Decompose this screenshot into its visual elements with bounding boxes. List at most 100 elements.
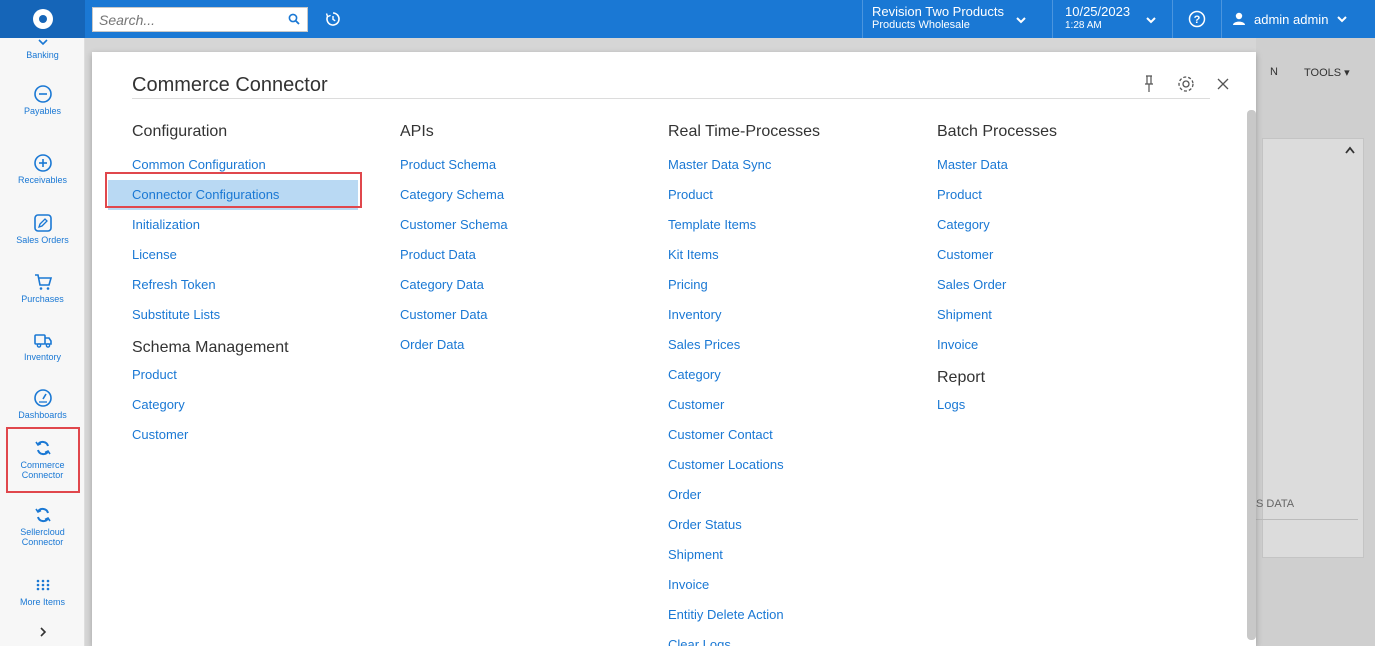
schema-management-heading: Schema Management xyxy=(132,339,289,356)
menu-link[interactable]: Customer Schema xyxy=(400,210,508,240)
chevron-up-icon[interactable] xyxy=(1345,146,1355,154)
cart-icon xyxy=(34,274,52,290)
pin-icon[interactable] xyxy=(1142,72,1156,96)
menu-link[interactable]: Category Schema xyxy=(400,180,508,210)
date-selector[interactable]: 10/25/2023 1:28 AM xyxy=(1065,5,1130,32)
menu-link[interactable]: Inventory xyxy=(668,300,820,330)
menu-link[interactable]: Shipment xyxy=(937,300,1057,330)
menu-link[interactable]: Customer xyxy=(132,420,358,450)
menu-link[interactable]: Order Data xyxy=(400,330,508,360)
gear-icon[interactable] xyxy=(1175,72,1197,96)
menu-link[interactable]: Customer xyxy=(668,390,820,420)
logo-button[interactable] xyxy=(0,0,85,38)
chevron-icon xyxy=(37,39,48,46)
svg-text:?: ? xyxy=(1194,14,1201,26)
minus-circle-icon xyxy=(33,85,52,103)
divider xyxy=(1172,0,1173,38)
history-button[interactable] xyxy=(312,0,354,38)
highlight-box xyxy=(105,172,362,208)
menu-link[interactable]: Customer xyxy=(937,240,1057,270)
menu-link[interactable]: Product Schema xyxy=(400,150,508,180)
menu-link[interactable]: Initialization xyxy=(132,210,358,240)
nav-label: Dashboards xyxy=(18,410,67,420)
close-icon[interactable] xyxy=(1216,72,1230,96)
menu-link[interactable]: Order Status xyxy=(668,510,820,540)
batch-processes-column: Batch Processes Master Data Product Cate… xyxy=(937,122,1057,420)
date-value: 10/25/2023 xyxy=(1065,4,1131,19)
menu-link[interactable]: Entitiy Delete Action xyxy=(668,600,820,630)
help-button[interactable]: ? xyxy=(1178,0,1216,38)
nav-label: Receivables xyxy=(17,175,68,185)
pencil-icon xyxy=(33,214,52,232)
nav-item-sales-orders[interactable]: Sales Orders xyxy=(0,213,85,245)
nav-item-banking[interactable]: Banking xyxy=(0,38,85,60)
branch-selector[interactable]: Revision Two Products Products Wholesale xyxy=(872,5,1032,35)
menu-link[interactable]: Category Data xyxy=(400,270,508,300)
apis-column: APIs Product Schema Category Schema Cust… xyxy=(400,122,508,360)
menu-link[interactable]: Pricing xyxy=(668,270,820,300)
menu-link[interactable]: Product xyxy=(668,180,820,210)
nav-item-dashboards[interactable]: Dashboards xyxy=(0,388,85,420)
user-icon xyxy=(1233,12,1245,25)
nav-label: Payables xyxy=(23,106,62,116)
search-icon[interactable] xyxy=(288,13,300,25)
chevron-down-icon[interactable] xyxy=(1015,14,1027,26)
menu-link[interactable]: Master Data Sync xyxy=(668,150,820,180)
search-box[interactable] xyxy=(92,7,308,32)
menu-link[interactable]: Product Data xyxy=(400,240,508,270)
branch-sub: Products Wholesale xyxy=(872,19,970,31)
plus-circle-icon xyxy=(33,154,52,172)
menu-link[interactable]: Shipment xyxy=(668,540,820,570)
panel-title: Commerce Connector xyxy=(132,74,328,96)
help-icon: ? xyxy=(1188,10,1206,28)
menu-link[interactable]: Kit Items xyxy=(668,240,820,270)
nav-item-more-items[interactable]: More Items xyxy=(0,575,85,607)
chevron-right-icon xyxy=(39,627,46,637)
nav-label: Sellercloud Connector xyxy=(20,527,65,547)
menu-link[interactable]: Invoice xyxy=(937,330,1057,360)
menu-link[interactable]: License xyxy=(132,240,358,270)
menu-link[interactable]: Sales Order xyxy=(937,270,1057,300)
workspace-tab[interactable]: N xyxy=(1270,66,1278,78)
tools-label: TOOLS xyxy=(1304,67,1342,79)
scrollbar[interactable] xyxy=(1247,110,1256,640)
menu-link[interactable]: Customer Contact xyxy=(668,420,820,450)
divider xyxy=(1256,519,1358,520)
menu-link[interactable]: Order xyxy=(668,480,820,510)
menu-link[interactable]: Category xyxy=(132,390,358,420)
menu-link[interactable]: Master Data xyxy=(937,150,1057,180)
divider xyxy=(1052,0,1053,38)
sync-icon xyxy=(34,507,51,523)
menu-link[interactable]: Customer Data xyxy=(400,300,508,330)
menu-link[interactable]: Template Items xyxy=(668,210,820,240)
nav-item-inventory[interactable]: Inventory xyxy=(0,330,85,362)
nav-expand-button[interactable] xyxy=(0,626,85,640)
chevron-down-icon[interactable] xyxy=(1145,14,1157,26)
menu-link[interactable]: Category xyxy=(668,360,820,390)
divider xyxy=(862,0,863,38)
nav-item-payables[interactable]: Payables xyxy=(0,84,85,116)
menu-link[interactable]: Logs xyxy=(937,390,1057,420)
menu-link[interactable]: Clear Logs xyxy=(668,630,820,646)
menu-link[interactable]: Invoice xyxy=(668,570,820,600)
menu-link[interactable]: Refresh Token xyxy=(132,270,358,300)
search-input[interactable] xyxy=(93,8,273,31)
apis-heading: APIs xyxy=(400,123,434,140)
user-menu[interactable]: admin admin xyxy=(1232,0,1356,38)
menu-link[interactable]: Product xyxy=(937,180,1057,210)
time-value: 1:28 AM xyxy=(1065,20,1102,31)
nav-item-receivables[interactable]: Receivables xyxy=(0,153,85,185)
nav-item-purchases[interactable]: Purchases xyxy=(0,272,85,304)
menu-link[interactable]: Substitute Lists xyxy=(132,300,358,330)
nav-item-sellercloud-connector[interactable]: Sellercloud Connector xyxy=(0,505,85,547)
truck-icon xyxy=(33,334,52,348)
menu-link[interactable]: Customer Locations xyxy=(668,450,820,480)
logo-icon xyxy=(32,9,53,29)
configuration-heading: Configuration xyxy=(132,123,228,140)
menu-link[interactable]: Product xyxy=(132,360,358,390)
commerce-connector-menu: Commerce Connector Configuration Common … xyxy=(92,52,1256,646)
tools-menu[interactable]: TOOLS ▾ xyxy=(1304,66,1350,79)
menu-link[interactable]: Sales Prices xyxy=(668,330,820,360)
top-bar: Revision Two Products Products Wholesale… xyxy=(0,0,1375,38)
menu-link[interactable]: Category xyxy=(937,210,1057,240)
